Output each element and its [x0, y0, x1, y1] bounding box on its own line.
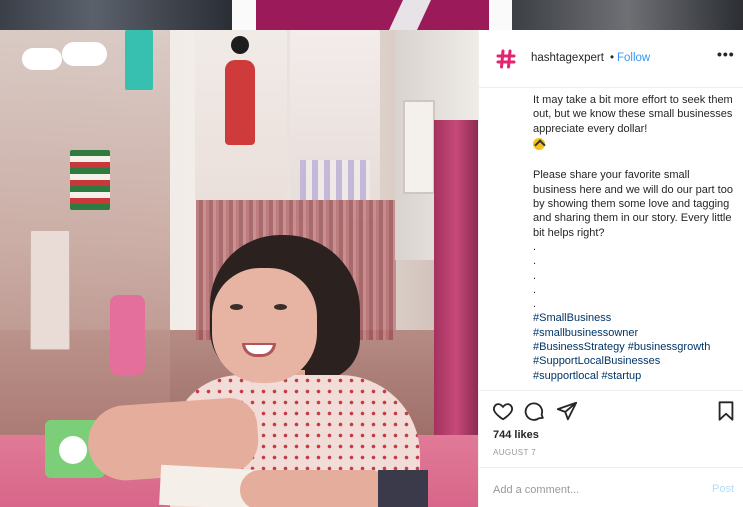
post-side-panel: hashtagexpert • Follow ••• It may take a… [478, 30, 743, 507]
caption-paragraph: Please share your favorite small busines… [533, 169, 733, 239]
comment-input[interactable] [493, 482, 673, 498]
caption-dot: . [533, 283, 537, 296]
post-comment-button[interactable]: Post [712, 483, 734, 495]
more-options-icon[interactable]: ••• [717, 46, 735, 62]
comment-icon[interactable] [524, 400, 546, 422]
hashtag-link[interactable]: #supportlocal #startup [533, 369, 733, 383]
hashtag-link[interactable]: #smallbusinessowner [533, 326, 733, 340]
hashtag-link[interactable]: #SupportLocalBusinesses [533, 354, 733, 368]
bookmark-icon[interactable] [715, 400, 737, 422]
feed-thumbnail[interactable] [256, 0, 489, 30]
post-date[interactable]: AUGUST 7 [493, 448, 536, 457]
person-face [212, 268, 317, 383]
post-header: hashtagexpert • Follow ••• [479, 30, 743, 88]
caption-dot: . [533, 269, 537, 282]
instagram-post-modal: hashtagexpert • Follow ••• It may take a… [0, 0, 743, 507]
heart-icon[interactable] [492, 400, 514, 422]
post-caption: It may take a bit more effort to seek th… [533, 93, 733, 389]
post-username[interactable]: hashtagexpert [531, 52, 604, 64]
post-photo[interactable] [0, 30, 478, 507]
separator-dot: • [610, 52, 615, 64]
hashtag-logo-icon[interactable] [495, 48, 517, 70]
caption-dot: . [533, 298, 537, 311]
post-actions: 744 likes AUGUST 7 Post [479, 390, 743, 507]
caption-dot: . [533, 255, 537, 268]
hashtag-link[interactable]: #BusinessStrategy #businessgrowth [533, 340, 733, 354]
background-feed-thumbnails [0, 0, 743, 30]
caption-paragraph: It may take a bit more effort to seek th… [533, 94, 733, 135]
comment-bar: Post [479, 467, 743, 507]
feed-thumbnail[interactable] [0, 0, 232, 30]
likes-count[interactable]: 744 likes [493, 429, 539, 441]
feed-thumbnail[interactable] [512, 0, 743, 30]
caption-dot: . [533, 240, 537, 253]
hashtag-link[interactable]: #SmallBusiness [533, 311, 733, 325]
bee-emoji-icon [533, 137, 545, 150]
follow-button[interactable]: Follow [617, 52, 650, 64]
share-icon[interactable] [556, 400, 578, 422]
